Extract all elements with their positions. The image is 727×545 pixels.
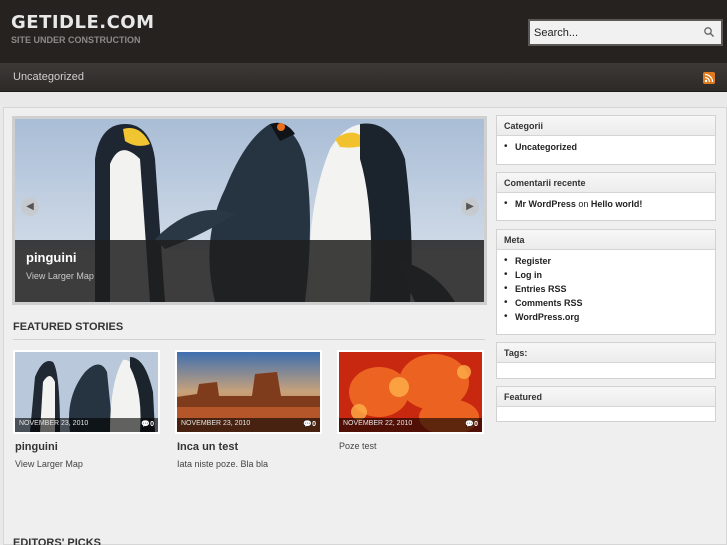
meta-item[interactable]: WordPress.org — [504, 311, 715, 326]
featured-heading: FEATURED STORIES — [13, 321, 124, 333]
slider-next-button[interactable]: ▶ — [461, 198, 479, 216]
comment-count[interactable]: 💬0 — [303, 420, 316, 428]
story-date-bar: NOVEMBER 22, 2010 💬0 — [339, 418, 482, 432]
widget-title: Categorii — [497, 116, 715, 136]
widget-featured: Featured — [496, 386, 716, 422]
story-thumbnail[interactable]: NOVEMBER 23, 2010 💬0 — [13, 350, 160, 434]
widget-title: Featured — [497, 387, 715, 407]
comment-icon: 💬 — [465, 421, 475, 428]
nav-item-uncategorized[interactable]: Uncategorized — [13, 71, 84, 83]
widget-recent-comments: Comentarii recente Mr WordPress on Hello… — [496, 172, 716, 221]
comment-post-link[interactable]: Hello world! — [591, 199, 643, 209]
comment-on-text: on — [578, 199, 589, 209]
story-date: NOVEMBER 22, 2010 — [343, 420, 413, 427]
divider — [13, 339, 485, 340]
recent-comment-item: Mr WordPress on Hello world! — [504, 198, 715, 213]
story-date: NOVEMBER 23, 2010 — [181, 420, 251, 427]
meta-link-wordpress[interactable]: WordPress.org — [515, 312, 579, 322]
editors-picks-heading: EDITORS' PICKS — [13, 537, 101, 545]
main-nav: Uncategorized — [0, 63, 727, 92]
search-input[interactable] — [534, 25, 694, 41]
story-excerpt: View Larger Map — [15, 459, 83, 469]
meta-link-register[interactable]: Register — [515, 256, 551, 266]
search-box — [528, 19, 723, 46]
comment-count[interactable]: 💬0 — [141, 420, 154, 428]
slide-title[interactable]: pinguini — [26, 250, 77, 265]
comment-author-link[interactable]: Mr WordPress — [515, 199, 576, 209]
comment-icon: 💬 — [141, 421, 151, 428]
widget-tags: Tags: — [496, 342, 716, 379]
rss-icon[interactable] — [703, 72, 715, 84]
meta-item[interactable]: Comments RSS — [504, 297, 715, 312]
meta-item[interactable]: Log in — [504, 269, 715, 284]
story-date-bar: NOVEMBER 23, 2010 💬0 — [177, 418, 320, 432]
search-icon[interactable] — [703, 26, 715, 38]
widget-categories: Categorii Uncategorized — [496, 115, 716, 165]
site-description: SITE UNDER CONSTRUCTION — [11, 35, 141, 45]
slider-prev-button[interactable]: ◀ — [21, 198, 39, 216]
widget-meta: Meta Register Log in Entries RSS Comment… — [496, 229, 716, 335]
category-item[interactable]: Uncategorized — [504, 141, 715, 156]
story-title[interactable]: pinguini — [15, 441, 58, 453]
featured-slider[interactable]: ◀ ▶ pinguini View Larger Map — [12, 116, 487, 305]
comment-count-value: 0 — [312, 421, 316, 428]
category-link[interactable]: Uncategorized — [515, 142, 577, 152]
slide-subtitle: View Larger Map — [26, 271, 94, 281]
comment-count-value: 0 — [474, 421, 478, 428]
story-title[interactable]: Poze test — [339, 441, 377, 451]
site-header: GETIDLE.COM SITE UNDER CONSTRUCTION — [0, 0, 727, 63]
story-excerpt: Iata niste poze. Bla bla — [177, 459, 269, 469]
story-date-bar: NOVEMBER 23, 2010 💬0 — [15, 418, 158, 432]
comment-count[interactable]: 💬0 — [465, 420, 478, 428]
widget-title: Meta — [497, 230, 715, 250]
widget-title: Tags: — [497, 343, 715, 363]
widget-title: Comentarii recente — [497, 173, 715, 193]
meta-item[interactable]: Entries RSS — [504, 283, 715, 298]
story-date: NOVEMBER 23, 2010 — [19, 420, 89, 427]
comment-icon: 💬 — [303, 421, 313, 428]
story-title[interactable]: Inca un test — [177, 441, 238, 453]
comment-count-value: 0 — [150, 421, 154, 428]
slide-caption: pinguini View Larger Map — [15, 240, 484, 302]
meta-link-login[interactable]: Log in — [515, 270, 542, 280]
meta-link-comments-rss[interactable]: Comments RSS — [515, 298, 583, 308]
story-thumbnail[interactable]: NOVEMBER 23, 2010 💬0 — [175, 350, 322, 434]
meta-link-entries-rss[interactable]: Entries RSS — [515, 284, 567, 294]
site-title[interactable]: GETIDLE.COM — [11, 12, 155, 33]
meta-item[interactable]: Register — [504, 255, 715, 270]
story-thumbnail[interactable]: NOVEMBER 22, 2010 💬0 — [337, 350, 484, 434]
